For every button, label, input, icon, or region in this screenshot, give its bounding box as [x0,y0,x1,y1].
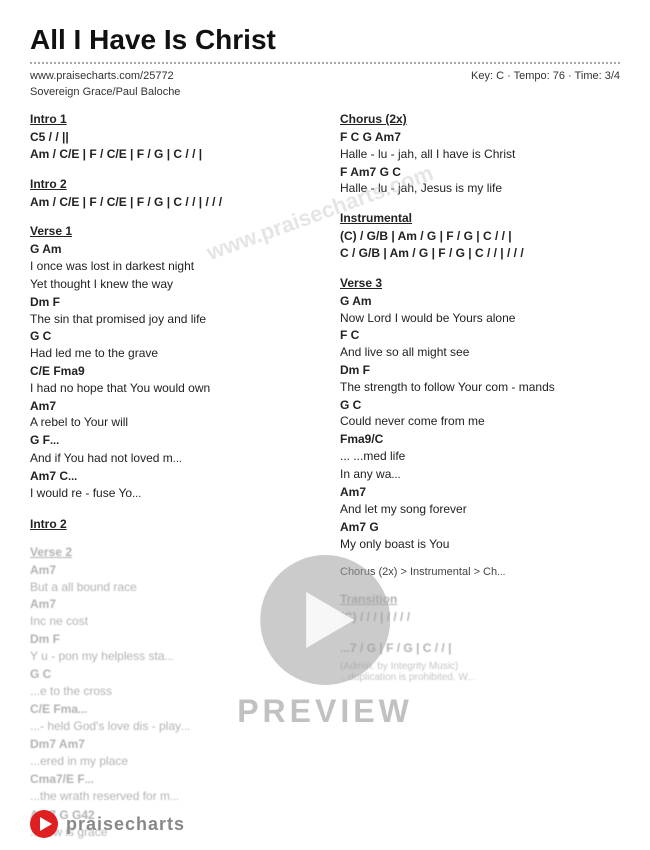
section-extra: ...7 / G | F / G | C / / | (Admin. by In… [340,640,620,683]
v1-l2: Yet thought I knew the way [30,276,310,293]
v3-c7: Am7 G [340,519,620,536]
intro2-title: Intro 2 [30,177,310,191]
left-column: Intro 1 C5 / / || Am / C/E | F / C/E | F… [30,112,310,850]
v2-c4: G C [30,666,310,683]
v1-l5: I had no hope that You would own [30,380,310,397]
v3-l8: My only boast is You [340,536,620,553]
section-intro1: Intro 1 C5 / / || Am / C/E | F / C/E | F… [30,112,310,163]
inst-l1: (C) / G/B | Am / G | F / G | C / / | [340,228,620,245]
section-verse3: Verse 3 G Am Now Lord I would be Yours a… [340,276,620,553]
section-chorus-transition: Chorus (2x) > Instrumental > Ch... [340,566,620,578]
v1-c6: G F... [30,432,310,449]
intro1-title: Intro 1 [30,112,310,126]
section-intro2: Intro 2 Am / C/E | F / C/E | F / G | C /… [30,177,310,211]
v1-l3: The sin that promised joy and life [30,311,310,328]
admin-text: (Admin. by Integrity Music) [340,661,620,672]
right-column: Chorus (2x) F C G Am7 Halle - lu - jah, … [340,112,620,850]
v1-c3: G C [30,328,310,345]
v1-c1: G Am [30,241,310,258]
v2-l6: ...ered in my place [30,753,310,770]
v3-l6: In any wa... [340,466,620,483]
v3-l7: And let my song forever [340,501,620,518]
footer-logo[interactable] [30,810,58,838]
intro1-line1: C5 / / || [30,129,310,146]
v2-l7: ...the wrath reserved for m... [30,788,310,805]
verse3-title: Verse 3 [340,276,620,290]
intro2-line1: Am / C/E | F / C/E | F / G | C / / | / /… [30,194,310,211]
content-area: Intro 1 C5 / / || Am / C/E | F / C/E | F… [30,112,620,850]
v2-c2: Am7 [30,596,310,613]
meta-key-tempo: Key: C · Tempo: 76 · Time: 3/4 [471,70,620,82]
footer-brand: praisecharts [66,814,185,835]
page: All I Have Is Christ www.praisecharts.co… [0,0,650,850]
v3-c3: Dm F [340,362,620,379]
v3-l5: ... ...med life [340,448,620,465]
ch-c2: F Am7 G C [340,164,620,181]
footer: praisecharts [30,810,620,838]
section-instrumental: Instrumental (C) / G/B | Am / G | F / G … [340,211,620,262]
verse1-title: Verse 1 [30,224,310,238]
v3-c4: G C [340,397,620,414]
extra-l1: ...7 / G | F / G | C / / | [340,640,620,657]
instrumental-title: Instrumental [340,211,620,225]
footer-play-icon [40,817,52,831]
v1-c7: Am7 C... [30,468,310,485]
v3-l3: The strength to follow Your com - mands [340,379,620,396]
copyright-text: ...duplication is prohibited. W... [340,672,620,683]
v2-c6: Dm7 Am7 [30,736,310,753]
divider [30,62,620,64]
verse2-title: Verse 2 [30,545,310,559]
v3-c1: G Am [340,293,620,310]
ch-l1: Halle - lu - jah, all I have is Christ [340,146,620,163]
v3-c2: F C [340,327,620,344]
v2-c3: Dm F [30,631,310,648]
section-transition: Transition (C) / / / | / / / / [340,592,620,626]
v3-l1: Now Lord I would be Yours alone [340,310,620,327]
section-verse1: Verse 1 G Am I once was lost in darkest … [30,224,310,502]
v1-l1: I once was lost in darkest night [30,258,310,275]
intro2b-title: Intro 2 [30,517,310,531]
chorus-title: Chorus (2x) [340,112,620,126]
v1-c2: Dm F [30,294,310,311]
v3-l2: And live so all might see [340,344,620,361]
v2-c1: Am7 [30,562,310,579]
v2-l3: Y u - pon my helpless sta... [30,648,310,665]
v2-l2: Inc ne cost [30,613,310,630]
v1-l4: Had led me to the grave [30,345,310,362]
v2-c5: C/E Fma... [30,701,310,718]
ch-l2: Halle - lu - jah, Jesus is my life [340,180,620,197]
trans-l1: (C) / / / | / / / / [340,609,620,626]
v2-l5: ...- held God's love dis - play... [30,718,310,735]
section-verse2: Verse 2 Am7 But a all bound race Am7 Inc… [30,545,310,841]
chorus-transition-label: Chorus (2x) > Instrumental > Ch... [340,566,620,578]
meta-row: www.praisecharts.com/25772 Key: C · Temp… [30,70,620,82]
v1-l7: And if You had not loved m... [30,450,310,467]
section-chorus: Chorus (2x) F C G Am7 Halle - lu - jah, … [340,112,620,197]
v1-c4: C/E Fma9 [30,363,310,380]
v1-l6: A rebel to Your will [30,414,310,431]
v1-c5: Am7 [30,398,310,415]
transition-title: Transition [340,592,620,606]
v2-l4: ...e to the cross [30,683,310,700]
v3-c5: Fma9/C [340,431,620,448]
ch-c1: F C G Am7 [340,129,620,146]
v2-l1: But a all bound race [30,579,310,596]
meta-url: www.praisecharts.com/25772 [30,70,174,82]
inst-l2: C / G/B | Am / G | F / G | C / / | / / / [340,245,620,262]
v3-c6: Am7 [340,484,620,501]
intro1-line2: Am / C/E | F / C/E | F / G | C / / | [30,146,310,163]
v1-l8: I would re - fuse Yo... [30,485,310,502]
section-intro2b: Intro 2 [30,517,310,531]
page-title: All I Have Is Christ [30,24,620,56]
meta-author: Sovereign Grace/Paul Baloche [30,86,620,98]
v2-c7: Cma7/E F... [30,771,310,788]
v3-l4: Could never come from me [340,413,620,430]
